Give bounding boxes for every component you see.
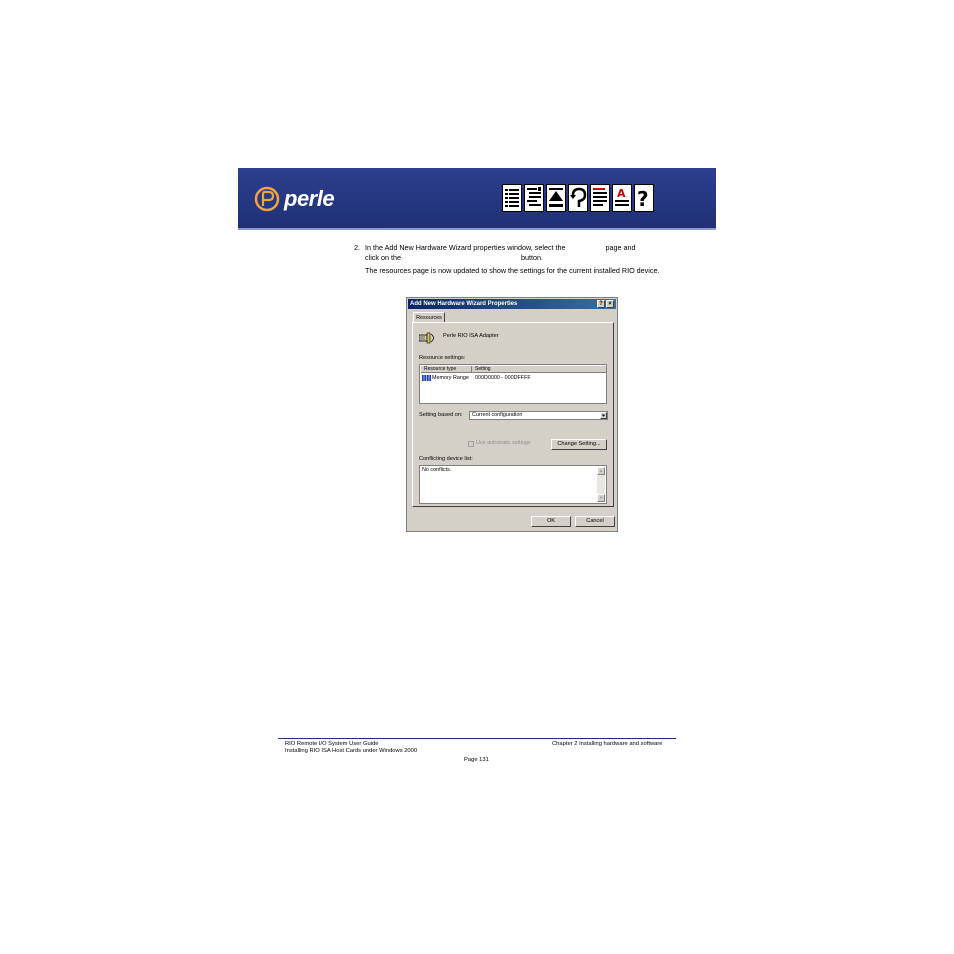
previous-page-icon[interactable] <box>590 184 610 212</box>
footer-chapter: Chapter 2 Installing hardware and softwa… <box>552 741 663 747</box>
ok-button[interactable]: OK <box>531 516 571 527</box>
auto-settings-checkbox[interactable] <box>468 441 474 447</box>
close-button[interactable]: × <box>606 300 614 308</box>
dialog-title: Add New Hardware Wizard Properties <box>410 301 518 307</box>
help-button[interactable]: ? <box>597 300 605 308</box>
conflict-list[interactable]: No conflicts. ▲ ▼ <box>419 465 607 504</box>
step-paragraph: 2. In the Add New Hardware Wizard proper… <box>354 243 674 262</box>
svg-text:?: ? <box>637 187 649 211</box>
step-line1-a: In the Add New Hardware Wizard propertie… <box>365 243 566 252</box>
device-name: Perle RIO ISA Adapter <box>443 333 499 339</box>
contents-icon[interactable] <box>502 184 522 212</box>
glossary-icon[interactable]: A <box>612 184 632 212</box>
resource-settings-label: Resource settings: <box>419 355 466 361</box>
top-icon[interactable] <box>546 184 566 212</box>
auto-settings-label: Use automatic settings <box>476 440 531 446</box>
svg-text:A: A <box>617 187 626 200</box>
change-setting-button[interactable]: Change Setting... <box>551 439 607 450</box>
wizard-properties-dialog: Add New Hardware Wizard Properties ? × R… <box>406 297 618 532</box>
nav-toolbar: A ? <box>502 184 654 212</box>
setting-based-on-value: Current configuration <box>472 412 523 418</box>
setting-based-on-select[interactable]: Current configuration <box>469 411 608 420</box>
conflict-value: No conflicts. <box>422 467 452 473</box>
row-setting[interactable]: 000D0000 - 000DFFFF <box>475 375 531 381</box>
scroll-up-icon[interactable]: ▲ <box>597 467 605 475</box>
result-paragraph: The resources page is now updated to sho… <box>365 266 660 275</box>
tab-resources[interactable]: Resources <box>413 312 445 322</box>
logo-text: perle <box>284 186 335 211</box>
page-number: Page 131 <box>464 757 489 763</box>
dialog-titlebar[interactable]: Add New Hardware Wizard Properties ? × <box>408 299 616 309</box>
back-icon[interactable] <box>568 184 588 212</box>
resource-list[interactable]: Resource type Setting Memory Range 000D0… <box>419 364 607 404</box>
perle-logo-icon <box>254 186 280 212</box>
column-setting[interactable]: Setting <box>472 366 606 373</box>
footer-guide-title: RIO Remote I/O System User Guide <box>285 741 379 747</box>
scroll-down-icon[interactable]: ▼ <box>597 494 605 502</box>
step-line1-b: page and <box>605 243 636 252</box>
banner-divider <box>238 228 716 230</box>
step-number: 2. <box>354 243 360 252</box>
step-line2-b: button. <box>520 252 543 262</box>
memory-range-icon <box>422 375 431 381</box>
dropdown-arrow-icon[interactable] <box>600 412 607 419</box>
conflict-list-label: Conflicting device list: <box>419 456 473 462</box>
help-icon[interactable]: ? <box>634 184 654 212</box>
column-resource-type[interactable]: Resource type <box>421 366 472 373</box>
footer-section-title: Installing RIO ISA Host Cards under Wind… <box>285 748 418 754</box>
footer-divider <box>278 738 676 739</box>
perle-logo[interactable]: perle <box>254 183 364 215</box>
cancel-button[interactable]: Cancel <box>575 516 615 527</box>
index-icon[interactable] <box>524 184 544 212</box>
conflict-scrollbar[interactable]: ▲ ▼ <box>597 467 605 502</box>
adapter-card-icon <box>419 332 434 344</box>
row-resource-type[interactable]: Memory Range <box>432 375 469 381</box>
step-line2-a: click on the <box>365 252 401 262</box>
setting-based-on-label: Setting based on: <box>419 412 463 418</box>
